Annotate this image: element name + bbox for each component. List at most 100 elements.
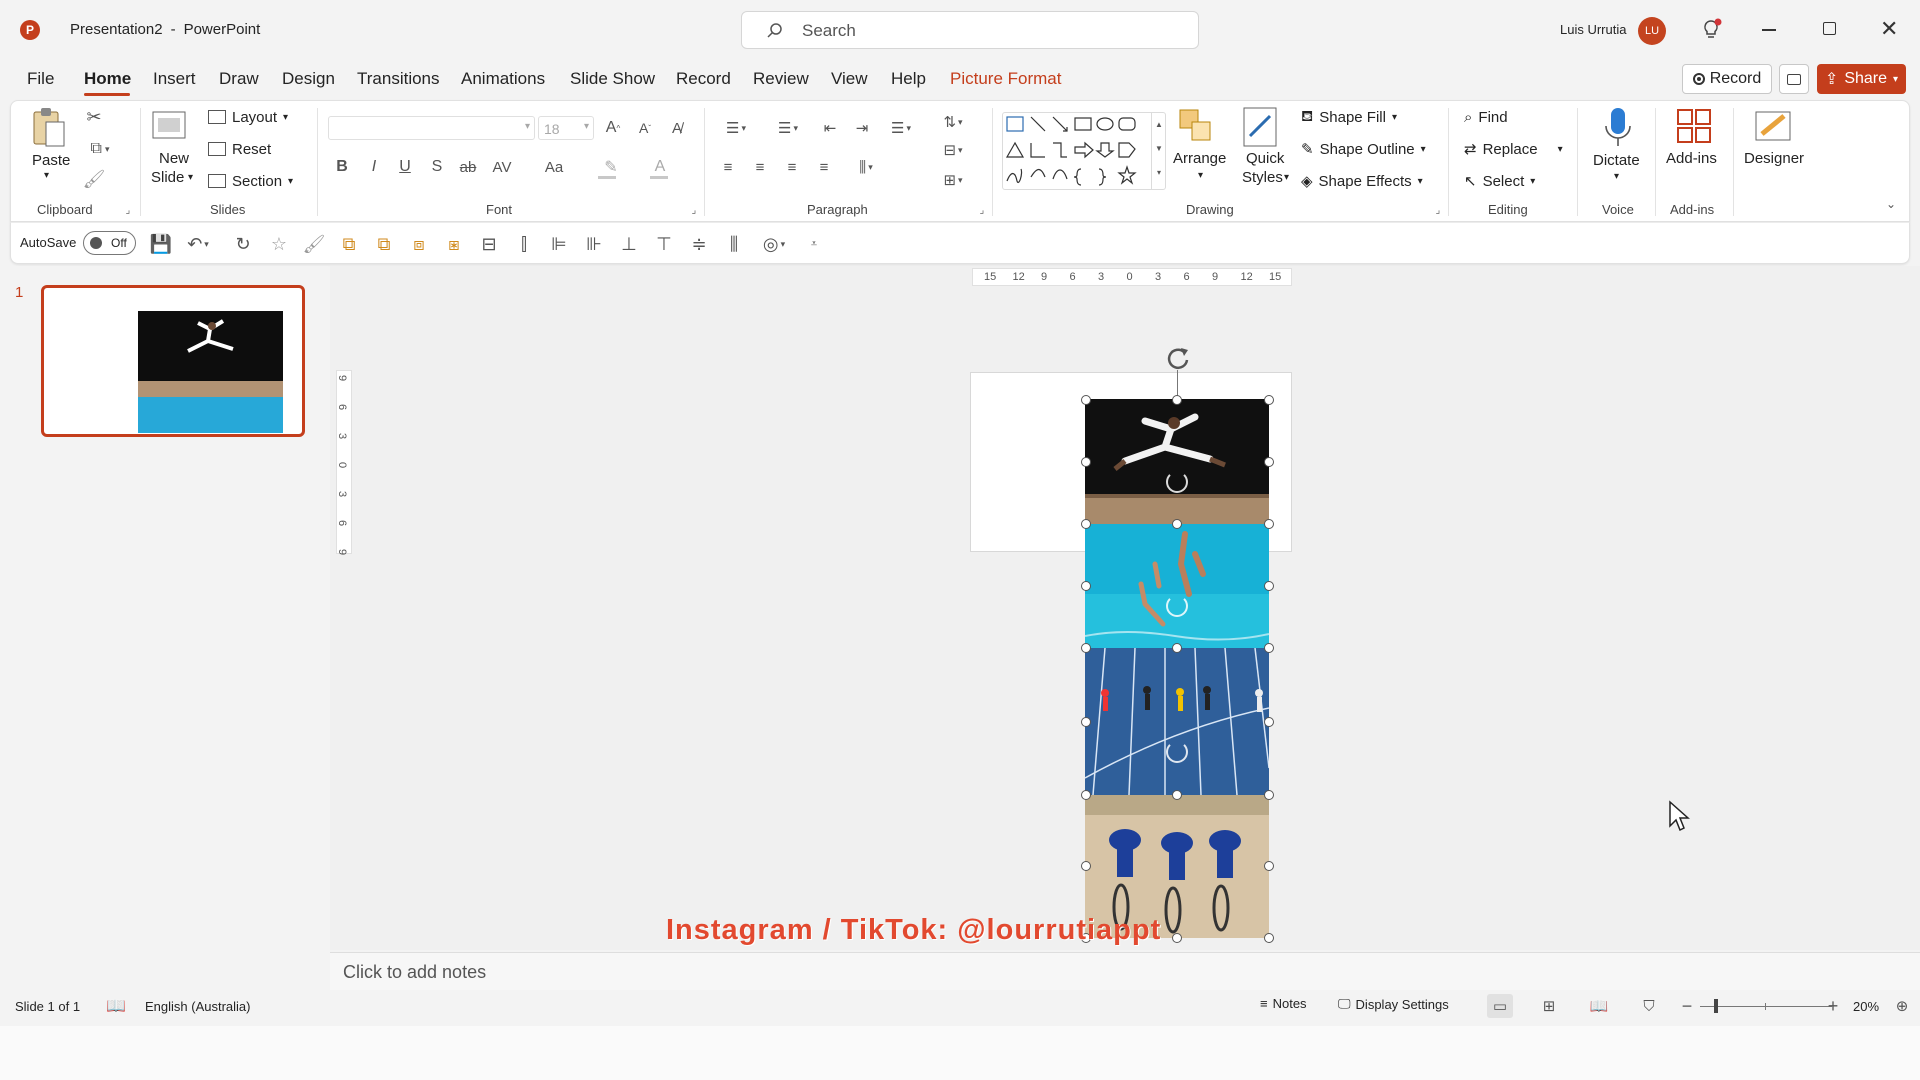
resize-handle[interactable] xyxy=(1081,643,1091,653)
notes-button[interactable]: ≡ Notes xyxy=(1260,996,1307,1011)
strikethrough-button[interactable]: ab xyxy=(456,155,480,179)
grow-font-icon[interactable]: A ^ xyxy=(600,116,626,140)
paste-button[interactable]: Paste ▾ xyxy=(28,106,74,186)
tab-picture-format[interactable]: Picture Format xyxy=(950,69,1061,89)
select-button[interactable]: ↖ Select ▾ xyxy=(1464,170,1535,192)
copy-icon[interactable]: ⧉ ▾ xyxy=(83,138,117,160)
format-painter-icon[interactable]: 🖌 xyxy=(83,168,106,190)
tab-draw[interactable]: Draw xyxy=(219,69,259,89)
autosave-toggle[interactable]: Off xyxy=(83,231,136,255)
merge-shapes-icon[interactable]: ◎ ▾ xyxy=(756,232,792,256)
normal-view-icon[interactable]: ▭ xyxy=(1487,994,1513,1018)
dialog-launcher-icon[interactable]: ⌟ xyxy=(688,204,700,216)
resize-handle[interactable] xyxy=(1264,717,1274,727)
italic-button[interactable]: I xyxy=(364,155,384,179)
resize-handle[interactable] xyxy=(1264,395,1274,405)
collapse-ribbon-icon[interactable]: ⌄ xyxy=(1882,196,1900,212)
swimming-image[interactable] xyxy=(1085,524,1269,648)
gymnastics-image[interactable] xyxy=(1085,399,1269,524)
resize-handle[interactable] xyxy=(1172,519,1182,529)
resize-handle[interactable] xyxy=(1264,933,1274,943)
resize-handle[interactable] xyxy=(1081,581,1091,591)
redo-icon[interactable]: ↻ xyxy=(232,232,254,256)
bold-button[interactable]: B xyxy=(332,155,352,179)
resize-handle[interactable] xyxy=(1081,519,1091,529)
tab-slide-show[interactable]: Slide Show xyxy=(570,69,655,89)
smartart-icon[interactable]: ⊞ ▾ xyxy=(935,168,971,192)
align-left-icon[interactable]: ⊫ xyxy=(548,232,570,256)
align-right-icon[interactable]: ≡ xyxy=(780,155,804,179)
distribute-horizontally-icon[interactable]: ⫼ xyxy=(723,232,745,256)
user-name[interactable]: Luis Urrutia xyxy=(1560,22,1626,37)
resize-handle[interactable] xyxy=(1264,790,1274,800)
new-slide-button[interactable]: New Slide ▾ xyxy=(150,106,200,190)
text-direction-icon[interactable]: ⇅ ▾ xyxy=(935,110,971,134)
align-top-icon[interactable]: ⊤ xyxy=(653,232,675,256)
record-button[interactable]: Record xyxy=(1682,64,1772,94)
distribute-vertically-icon[interactable]: ≑ xyxy=(688,232,710,256)
zoom-out-icon[interactable]: − xyxy=(1680,996,1694,1016)
zoom-slider[interactable] xyxy=(1700,999,1832,1013)
layout-button[interactable]: Layout ▾ xyxy=(208,106,288,128)
tab-transitions[interactable]: Transitions xyxy=(357,69,440,89)
bullets-icon[interactable]: ☰ ▾ xyxy=(716,116,756,140)
shrink-font-icon[interactable]: Aˇ xyxy=(632,116,658,140)
font-size-dropdown[interactable]: 18 ▾ xyxy=(538,116,594,140)
athletics-image[interactable] xyxy=(1085,648,1269,795)
resize-handle[interactable] xyxy=(1264,861,1274,871)
tab-home[interactable]: Home xyxy=(84,69,131,89)
dictate-button[interactable]: Dictate ▾ xyxy=(1588,106,1648,190)
resize-handle[interactable] xyxy=(1264,581,1274,591)
undo-icon[interactable]: ↶ ▾ xyxy=(183,232,213,256)
resize-handle[interactable] xyxy=(1081,861,1091,871)
accessibility-icon[interactable]: 📖 xyxy=(106,996,126,1016)
align-bottom-icon[interactable]: ⊥ xyxy=(618,232,640,256)
section-button[interactable]: Section ▾ xyxy=(208,170,293,192)
shapes-gallery[interactable]: ▲ ▼ ▾ xyxy=(1002,112,1166,190)
dialog-launcher-icon[interactable]: ⌟ xyxy=(122,204,134,216)
slide-sorter-icon[interactable]: ⊞ xyxy=(1536,994,1562,1018)
line-spacing-icon[interactable]: ☰ ▾ xyxy=(882,116,920,140)
bring-forward-icon[interactable]: ⧉ xyxy=(338,232,360,256)
restore-icon[interactable] xyxy=(1823,22,1836,35)
align-left-icon[interactable]: ≡ xyxy=(716,155,740,179)
dialog-launcher-icon[interactable]: ⌟ xyxy=(1432,204,1444,216)
cut-icon[interactable]: ✂ xyxy=(83,106,105,128)
close-icon[interactable]: ✕ xyxy=(1880,16,1898,42)
rotate-handle-icon[interactable] xyxy=(1164,344,1192,372)
find-button[interactable]: ⌕ Find xyxy=(1464,106,1508,128)
tab-file[interactable]: File xyxy=(27,69,54,89)
rotate-icon[interactable] xyxy=(1166,741,1188,763)
resize-handle[interactable] xyxy=(1264,519,1274,529)
search-box[interactable]: Search xyxy=(741,11,1199,49)
resize-handle[interactable] xyxy=(1081,717,1091,727)
arrange-button[interactable]: Arrange ▾ xyxy=(1173,106,1230,190)
increase-indent-icon[interactable]: ⇥ xyxy=(850,116,874,140)
slide-thumbnail[interactable] xyxy=(41,285,305,437)
numbering-icon[interactable]: ☰ ▾ xyxy=(766,116,810,140)
star-icon[interactable]: ☆ xyxy=(268,232,290,256)
columns-icon[interactable]: ⫼ ▾ xyxy=(846,155,886,179)
save-icon[interactable]: 💾 xyxy=(150,232,172,256)
zoom-slider-thumb[interactable] xyxy=(1714,999,1718,1013)
resize-handle[interactable] xyxy=(1081,790,1091,800)
align-center-icon[interactable]: ⫿ xyxy=(513,232,535,256)
rotate-icon[interactable] xyxy=(1166,471,1188,493)
comments-icon[interactable] xyxy=(1779,64,1809,94)
send-backward-icon[interactable]: ⧉ xyxy=(373,232,395,256)
resize-handle[interactable] xyxy=(1264,643,1274,653)
zoom-in-icon[interactable]: + xyxy=(1826,996,1840,1016)
slideshow-icon[interactable]: ⛉ xyxy=(1636,994,1662,1018)
decrease-indent-icon[interactable]: ⇤ xyxy=(818,116,842,140)
resize-handle[interactable] xyxy=(1172,933,1182,943)
minimize-icon[interactable] xyxy=(1762,29,1776,31)
group-icon[interactable]: ⧆ xyxy=(443,232,465,256)
replace-button[interactable]: ⇄ Replace ▾ xyxy=(1464,138,1563,160)
shape-fill-button[interactable]: ⛾ Shape Fill ▾ xyxy=(1301,106,1397,128)
tab-design[interactable]: Design xyxy=(282,69,335,89)
dialog-launcher-icon[interactable]: ⌟ xyxy=(976,204,988,216)
lightbulb-icon[interactable] xyxy=(1700,18,1722,42)
font-name-dropdown[interactable]: ▾ xyxy=(328,116,535,140)
tab-animations[interactable]: Animations xyxy=(461,69,545,89)
tab-view[interactable]: View xyxy=(831,69,868,89)
